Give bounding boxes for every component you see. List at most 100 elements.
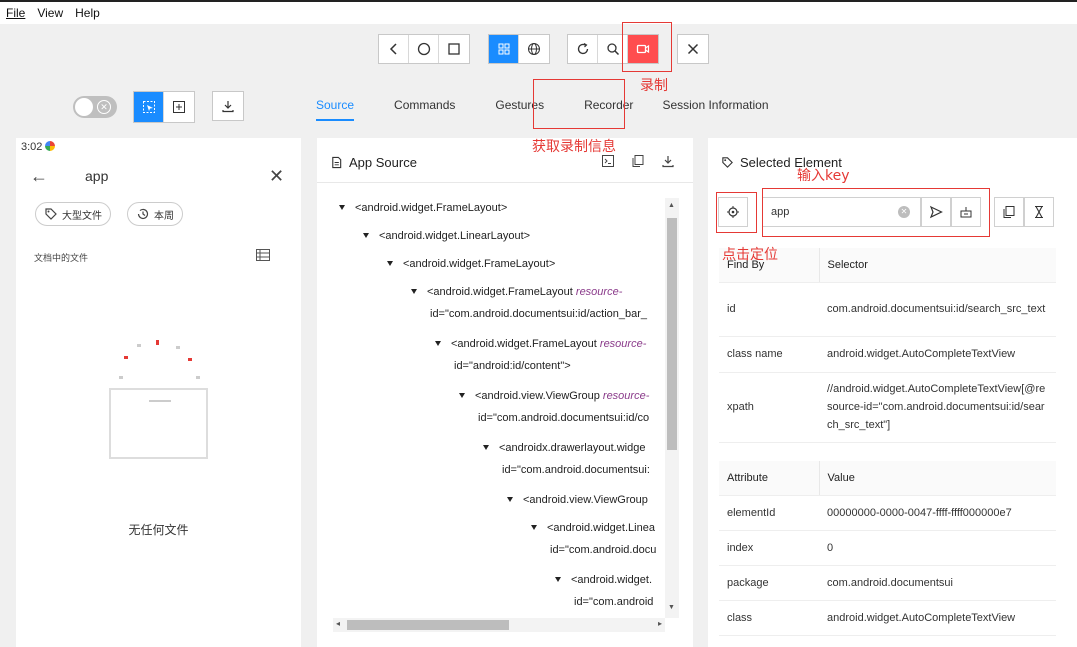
tree-node-cont: id="com.android.docu (550, 544, 657, 556)
attribute-key: package (719, 565, 819, 601)
scroll-thumb[interactable] (667, 218, 677, 450)
table-row[interactable]: xpath //android.widget.AutoCompleteTextV… (719, 372, 1056, 443)
attribute-key: class (719, 600, 819, 636)
chip-this-week: 本周 (127, 202, 183, 226)
file-icon (332, 156, 342, 169)
history-icon (137, 208, 149, 220)
record-annotation: 录制 (640, 78, 668, 94)
tag-icon (722, 157, 733, 168)
loading-dot (176, 346, 180, 349)
device-screenshot[interactable]: 3:02 ← app ✕ 大型文件 本周 文档中的文件 无任何文件 (16, 138, 301, 647)
tree-node-cont: id="com.android.documentsui: (502, 464, 650, 476)
coordinates-mode-icon[interactable] (164, 92, 194, 122)
back-arrow-icon: ← (30, 166, 48, 186)
table-row: index 0 (719, 530, 1056, 566)
loading-dot (119, 376, 123, 379)
tree-node[interactable]: <android.widget.Linea (531, 522, 655, 534)
value-header: Value (819, 461, 1056, 496)
square-icon[interactable] (439, 35, 469, 63)
scroll-up-icon[interactable]: ▲ (668, 202, 675, 209)
node-attr: resource- (599, 338, 647, 350)
empty-state-text: 无任何文件 (128, 523, 189, 537)
chip-large-files-label: 大型文件 (62, 210, 102, 222)
node-text: <android.view.ViewGroup (475, 390, 603, 402)
tree-node[interactable]: <android.view.ViewGroup (507, 494, 648, 506)
empty-folder-line (149, 400, 171, 402)
menu-help[interactable]: Help (75, 6, 100, 20)
table-row[interactable]: id com.android.documentsui:id/search_src… (719, 282, 1056, 337)
clear-search-icon: ✕ (269, 166, 285, 186)
tree-node[interactable]: <androidx.drawerlayout.widge (483, 442, 645, 454)
node-text: <androidx.drawerlayout.widge (499, 442, 646, 454)
attribute-header: Attribute (719, 461, 820, 496)
find-by-value: com.android.documentsui:id/search_src_te… (819, 282, 1056, 337)
source-tools (601, 154, 675, 168)
loading-dot (156, 340, 159, 345)
menu-view[interactable]: View (37, 6, 63, 20)
node-attr: resource- (575, 286, 623, 298)
native-web-toggle[interactable]: ✕ (73, 96, 117, 118)
tree-node[interactable]: <android.widget. (555, 574, 652, 586)
chip-this-week-label: 本周 (154, 210, 174, 222)
node-text: <android.widget.Linea (547, 522, 655, 534)
mode-group (133, 91, 195, 123)
tab-source[interactable]: Source (316, 78, 355, 121)
app-source-title: App Source (330, 155, 417, 170)
download-screenshot-icon[interactable] (212, 91, 244, 121)
timing-button[interactable] (1024, 197, 1054, 227)
loading-dot (137, 344, 141, 347)
menu-file[interactable]: File (6, 6, 25, 20)
locate-annotation: 点击定位 (722, 247, 778, 263)
scroll-down-icon[interactable]: ▼ (668, 604, 675, 611)
node-text: <android.widget.FrameLayout> (355, 202, 508, 214)
recorder-annotation-box (533, 79, 625, 129)
node-text: <android.widget.FrameLayout (451, 338, 600, 350)
terminal-icon[interactable] (601, 154, 615, 168)
loading-dot (188, 358, 192, 361)
grid-icon[interactable] (489, 35, 519, 63)
scroll-right-icon[interactable]: ▸ (658, 619, 662, 628)
selector-header: Selector (819, 248, 1056, 283)
tree-node[interactable]: <android.widget.FrameLayout resource- (435, 338, 646, 350)
back-icon[interactable] (379, 35, 409, 63)
vertical-scrollbar[interactable]: ▲ ▼ (665, 198, 679, 618)
refresh-icon[interactable] (568, 35, 598, 63)
loading-dot (196, 376, 200, 379)
horizontal-scrollbar[interactable]: ◂ ▸ (333, 618, 665, 632)
tab-commands[interactable]: Commands (394, 78, 455, 121)
tree-node[interactable]: <android.view.ViewGroup resource- (459, 390, 649, 402)
attribute-value: 0 (819, 530, 1056, 566)
status-bar: 3:02 (21, 141, 56, 153)
node-text: <android.widget.FrameLayout (427, 286, 576, 298)
chip-large-files: 大型文件 (35, 202, 111, 226)
tree-node[interactable]: <android.widget.LinearLayout> (363, 230, 530, 242)
table-row: class android.widget.AutoCompleteTextVie… (719, 600, 1056, 636)
download-icon[interactable] (661, 154, 675, 168)
home-icon[interactable] (409, 35, 439, 63)
app-source-panel: App Source <android.widget.FrameLayout> … (317, 138, 693, 647)
tree-node-cont: id="android:id/content"> (454, 360, 571, 372)
attribute-key: index (719, 530, 819, 566)
table-row[interactable]: class name android.widget.AutoCompleteTe… (719, 336, 1056, 373)
attribute-value: 00000000-0000-0047-ffff-ffff000000e7 (819, 495, 1056, 531)
section-label: 文档中的文件 (34, 253, 89, 263)
attribute-key: elementId (719, 495, 819, 531)
tree-node[interactable]: <android.widget.FrameLayout> (339, 202, 507, 214)
tab-session-information[interactable]: Session Information (662, 78, 768, 121)
table-row: package com.android.documentsui (719, 565, 1056, 601)
record-annotation-box (622, 22, 672, 72)
menu-bar: File View Help (0, 0, 1077, 24)
loading-dot (124, 356, 128, 359)
select-mode-icon[interactable] (134, 92, 164, 122)
close-icon[interactable] (678, 35, 708, 63)
app-source-title-text: App Source (349, 155, 417, 170)
globe-icon[interactable] (519, 35, 549, 63)
tree-node[interactable]: <android.widget.FrameLayout> (387, 258, 555, 270)
tree-node[interactable]: <android.widget.FrameLayout resource- (411, 286, 622, 298)
locate-annotation-box (716, 192, 757, 233)
node-text: <android.widget.LinearLayout> (379, 230, 531, 242)
copy-icon[interactable] (631, 154, 645, 168)
scroll-thumb-h[interactable] (347, 620, 509, 630)
copy-attributes-button[interactable] (994, 197, 1024, 227)
scroll-left-icon[interactable]: ◂ (336, 619, 340, 628)
